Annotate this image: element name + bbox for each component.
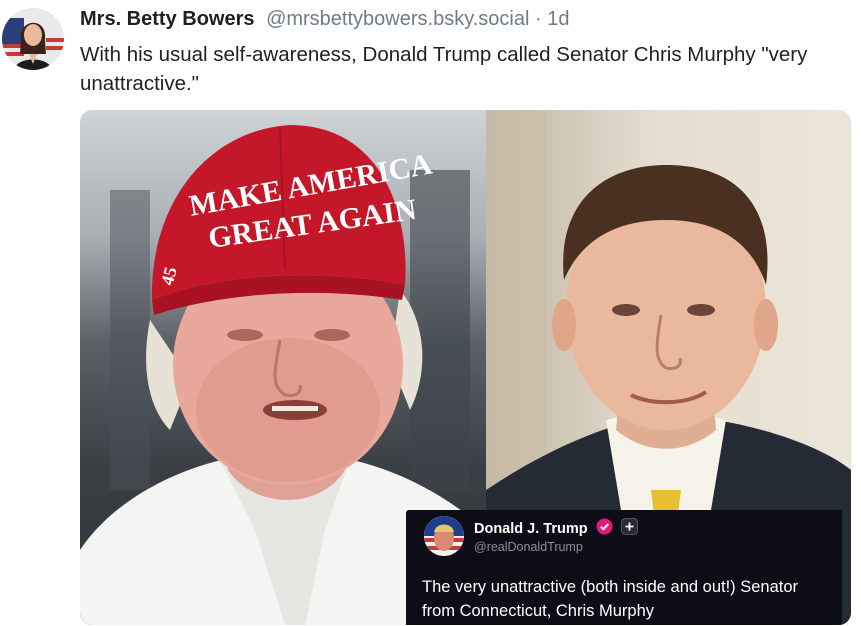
author-display-name[interactable]: Mrs. Betty Bowers [80,8,255,30]
quoted-author-name: Donald J. Trump [474,521,588,537]
plus-badge-icon [620,518,638,539]
post-header: Mrs. Betty Bowers @mrsbettybowers.bsky.s… [80,8,569,34]
author-avatar-image [2,8,64,70]
quoted-author-handle: @realDonaldTrump [474,540,583,554]
quoted-author-name-row: Donald J. Trump [474,518,638,539]
timestamp-separator: · [534,8,542,30]
quoted-post-text: The very unattractive (both inside and o… [422,578,799,620]
quoted-author-avatar-image [424,516,464,556]
post-timestamp[interactable]: 1d [547,8,569,30]
author-avatar[interactable] [2,8,64,70]
verified-badge-icon [596,518,613,539]
quoted-author-avatar [424,516,464,556]
post-text: With his usual self-awareness, Donald Tr… [80,43,808,95]
quoted-post-card[interactable]: Donald J. Trump @realDonaldTrump The ver… [406,510,842,625]
post-image[interactable]: MAKE AMERICA GREAT AGAIN 45 Donald J. Tr… [80,110,851,625]
author-handle[interactable]: @mrsbettybowers.bsky.social [266,8,529,30]
